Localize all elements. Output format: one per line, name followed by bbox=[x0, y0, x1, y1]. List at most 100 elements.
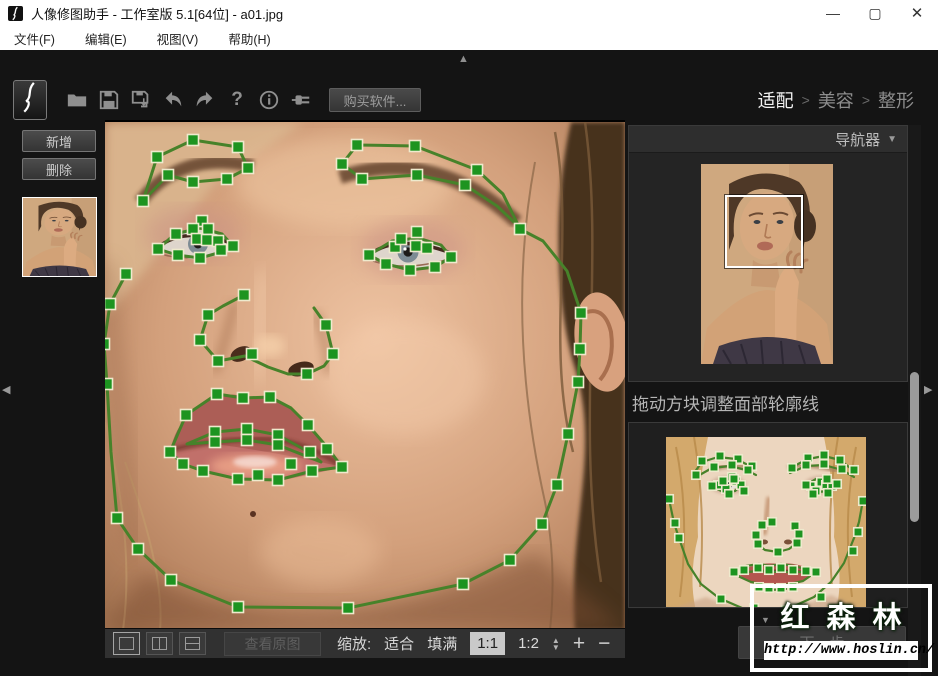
zoom-1to1-button[interactable]: 1:1 bbox=[470, 632, 506, 655]
landmark-point[interactable] bbox=[119, 267, 133, 281]
landmark-point[interactable] bbox=[303, 445, 317, 459]
landmark-point[interactable] bbox=[742, 464, 754, 476]
breadcrumb-step-reshape[interactable]: 整形 bbox=[878, 87, 914, 113]
landmark-point[interactable] bbox=[271, 473, 285, 487]
landmark-point[interactable] bbox=[444, 250, 458, 264]
menu-edit[interactable]: 编辑(E) bbox=[85, 29, 127, 48]
landmark-point[interactable] bbox=[857, 495, 866, 507]
landmark-point[interactable] bbox=[237, 288, 251, 302]
landmark-point[interactable] bbox=[231, 472, 245, 486]
save-icon[interactable] bbox=[97, 88, 121, 112]
landmark-point[interactable] bbox=[240, 422, 254, 436]
landmark-point[interactable] bbox=[834, 454, 846, 466]
landmark-point[interactable] bbox=[571, 375, 585, 389]
landmark-point[interactable] bbox=[362, 248, 376, 262]
landmark-point[interactable] bbox=[728, 473, 740, 485]
zoom-in-button[interactable]: + bbox=[573, 633, 585, 654]
landmark-point[interactable] bbox=[408, 139, 422, 153]
landmark-point[interactable] bbox=[193, 333, 207, 347]
landmark-point[interactable] bbox=[284, 457, 298, 471]
landmark-point[interactable] bbox=[326, 347, 340, 361]
landmark-point[interactable] bbox=[470, 163, 484, 177]
landmark-point[interactable] bbox=[818, 458, 830, 470]
landmark-point[interactable] bbox=[573, 342, 587, 356]
landmark-point[interactable] bbox=[458, 178, 472, 192]
landmark-point[interactable] bbox=[822, 487, 834, 499]
landmark-point[interactable] bbox=[848, 464, 860, 476]
landmark-point[interactable] bbox=[738, 485, 750, 497]
landmark-point[interactable] bbox=[800, 565, 812, 577]
landmark-point[interactable] bbox=[196, 464, 210, 478]
landmark-point[interactable] bbox=[350, 138, 364, 152]
landmark-point[interactable] bbox=[200, 233, 214, 247]
landmark-point[interactable] bbox=[456, 577, 470, 591]
landmark-point[interactable] bbox=[161, 168, 175, 182]
landmark-point[interactable] bbox=[750, 529, 762, 541]
landmark-point[interactable] bbox=[793, 528, 805, 540]
landmark-point[interactable] bbox=[791, 537, 803, 549]
contour-face-preview[interactable] bbox=[666, 437, 866, 607]
landmark-point[interactable] bbox=[723, 488, 735, 500]
zoom-1to2-button[interactable]: 1:2 bbox=[518, 635, 539, 652]
app-tool-button[interactable] bbox=[13, 80, 47, 120]
landmark-point[interactable] bbox=[717, 475, 729, 487]
menu-view[interactable]: 视图(V) bbox=[157, 29, 199, 48]
landmark-point[interactable] bbox=[847, 545, 859, 557]
landmark-point[interactable] bbox=[379, 257, 393, 271]
landmark-point[interactable] bbox=[836, 463, 848, 475]
landmark-point[interactable] bbox=[715, 593, 727, 605]
landmark-point[interactable] bbox=[800, 479, 812, 491]
landmark-point[interactable] bbox=[201, 222, 215, 236]
add-button[interactable]: 新增 bbox=[22, 130, 96, 152]
landmark-point[interactable] bbox=[271, 438, 285, 452]
breadcrumb-step-beauty[interactable]: 美容 bbox=[818, 87, 854, 113]
landmark-point[interactable] bbox=[355, 172, 369, 186]
landmark-point[interactable] bbox=[409, 239, 423, 253]
landmark-point[interactable] bbox=[211, 354, 225, 368]
zoom-ratio-spinner[interactable]: ▲ ▼ bbox=[552, 636, 560, 651]
landmark-point[interactable] bbox=[214, 243, 228, 257]
landmark-point[interactable] bbox=[341, 601, 355, 615]
landmark-point[interactable] bbox=[766, 516, 778, 528]
info-icon[interactable] bbox=[257, 88, 281, 112]
landmark-point[interactable] bbox=[335, 460, 349, 474]
image-thumbnail[interactable] bbox=[22, 197, 97, 277]
landmark-point[interactable] bbox=[105, 337, 111, 351]
landmark-point[interactable] bbox=[240, 433, 254, 447]
landmark-point[interactable] bbox=[800, 459, 812, 471]
landmark-point[interactable] bbox=[410, 225, 424, 239]
landmark-point[interactable] bbox=[186, 175, 200, 189]
help-icon[interactable]: ? bbox=[225, 89, 249, 111]
landmark-point[interactable] bbox=[708, 461, 720, 473]
landmark-point[interactable] bbox=[300, 367, 314, 381]
landmark-point[interactable] bbox=[787, 564, 799, 576]
landmark-point[interactable] bbox=[226, 239, 240, 253]
close-button[interactable]: ✕ bbox=[896, 0, 938, 26]
view-single-button[interactable] bbox=[113, 632, 140, 655]
landmark-point[interactable] bbox=[428, 260, 442, 274]
landmark-point[interactable] bbox=[394, 232, 408, 246]
landmark-point[interactable] bbox=[786, 462, 798, 474]
zoom-out-button[interactable]: − bbox=[598, 633, 610, 654]
save-as-icon[interactable] bbox=[129, 88, 153, 112]
landmark-point[interactable] bbox=[420, 241, 434, 255]
landmark-point[interactable] bbox=[690, 469, 702, 481]
maximize-button[interactable]: ▢ bbox=[854, 0, 896, 26]
landmark-point[interactable] bbox=[335, 157, 349, 171]
landmark-point[interactable] bbox=[241, 161, 255, 175]
landmark-point[interactable] bbox=[231, 140, 245, 154]
landmark-point[interactable] bbox=[763, 564, 775, 576]
landmark-point[interactable] bbox=[164, 573, 178, 587]
landmark-point[interactable] bbox=[818, 449, 830, 461]
landmark-point[interactable] bbox=[186, 133, 200, 147]
view-original-button[interactable]: 查看原图 bbox=[224, 631, 321, 656]
landmark-point[interactable] bbox=[169, 227, 183, 241]
landmark-point[interactable] bbox=[775, 562, 787, 574]
landmark-point[interactable] bbox=[220, 172, 234, 186]
landmark-point[interactable] bbox=[210, 387, 224, 401]
landmark-point[interactable] bbox=[810, 566, 822, 578]
landmark-point[interactable] bbox=[756, 519, 768, 531]
minimize-button[interactable]: — bbox=[812, 0, 854, 26]
menu-help[interactable]: 帮助(H) bbox=[228, 29, 270, 48]
landmark-point[interactable] bbox=[513, 222, 527, 236]
